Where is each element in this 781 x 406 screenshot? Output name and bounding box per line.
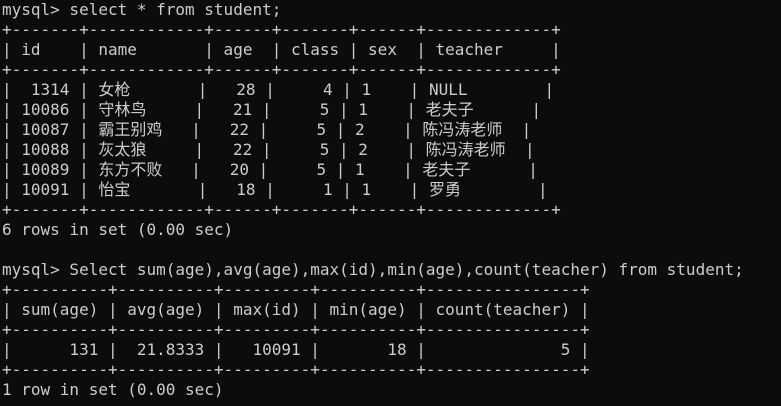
prompt-line: mysql> select * from student; [2,0,282,19]
table-border: +-------+------------+------+-------+---… [2,200,561,219]
table-border: +----------+----------+---------+-------… [2,360,590,379]
table-row: | 131 | 21.8333 | 10091 | 18 | 5 | [2,340,590,359]
result-summary: 1 row in set (0.00 sec) [2,380,224,399]
table-row: | 1314 | 女枪 | 28 | 4 | 1 | NULL | [2,80,555,99]
table-border: +-------+------------+------+-------+---… [2,60,561,79]
result-summary: 6 rows in set (0.00 sec) [2,220,234,239]
table-border: +----------+----------+---------+-------… [2,320,590,339]
prompt-line: mysql> Select sum(age),avg(age),max(id),… [2,260,744,279]
table-row: | 10091 | 怡宝 | 18 | 1 | 1 | 罗勇 | [2,180,548,199]
terminal-window[interactable]: mysql> select * from student; +-------+-… [0,0,781,406]
table-header-row: | id | name | age | class | sex | teache… [2,40,561,59]
table-row: | 10088 | 灰太狼 | 22 | 5 | 2 | 陈冯涛老师 | [2,140,535,159]
table-border: +-------+------------+------+-------+---… [2,20,561,39]
table-header-row: | sum(age) | avg(age) | max(id) | min(ag… [2,300,590,319]
table-border: +----------+----------+---------+-------… [2,280,590,299]
table-row: | 10087 | 霸王别鸡 | 22 | 5 | 2 | 陈冯涛老师 | [2,120,532,139]
table-row: | 10086 | 守林鸟 | 21 | 5 | 1 | 老夫子 | [2,100,542,119]
table-row: | 10089 | 东方不败 | 20 | 5 | 1 | 老夫子 | [2,160,538,179]
